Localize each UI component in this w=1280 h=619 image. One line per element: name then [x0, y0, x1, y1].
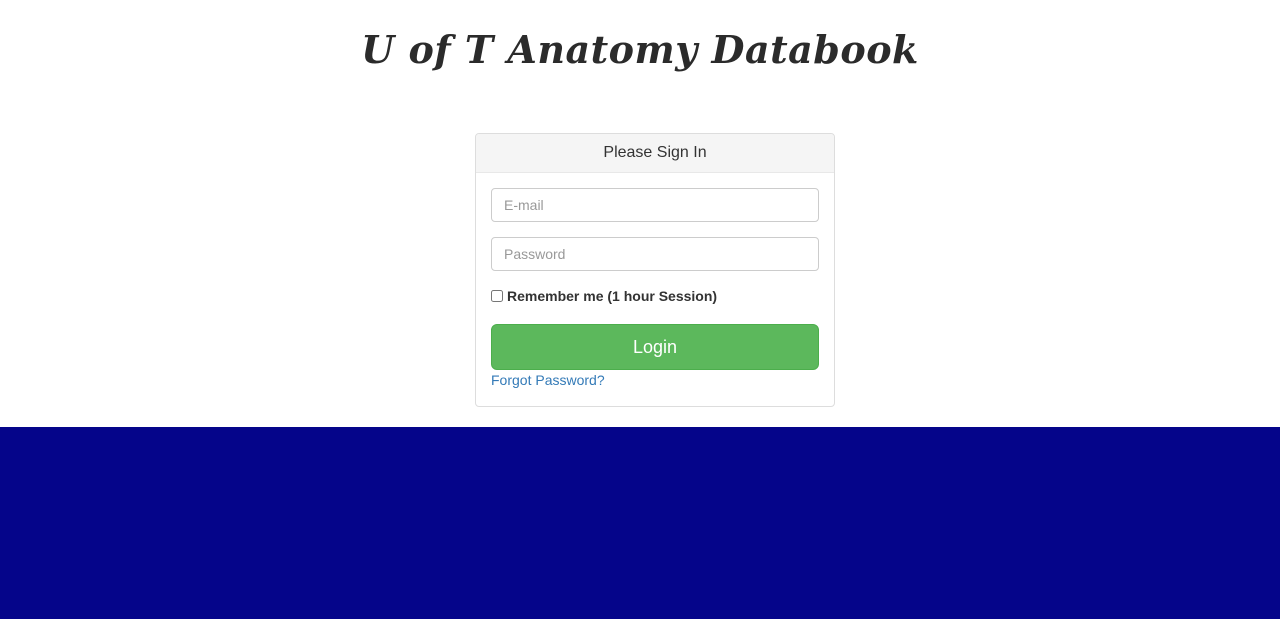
forgot-password-link[interactable]: Forgot Password?: [491, 372, 605, 388]
footer-band: [0, 427, 1280, 619]
remember-me-row: Remember me (1 hour Session): [491, 286, 819, 306]
password-field[interactable]: [491, 237, 819, 271]
remember-me-checkbox[interactable]: [491, 290, 503, 302]
remember-me-label[interactable]: Remember me (1 hour Session): [507, 288, 717, 304]
site-title: U of T Anatomy Databook: [361, 27, 919, 72]
login-page: U of T Anatomy Databook Please Sign In R…: [0, 0, 1280, 619]
signin-panel: Please Sign In Remember me (1 hour Sessi…: [475, 133, 835, 407]
email-field[interactable]: [491, 188, 819, 222]
login-button[interactable]: Login: [491, 324, 819, 370]
signin-form: Remember me (1 hour Session) Login Forgo…: [476, 173, 834, 405]
panel-heading: Please Sign In: [476, 134, 834, 173]
